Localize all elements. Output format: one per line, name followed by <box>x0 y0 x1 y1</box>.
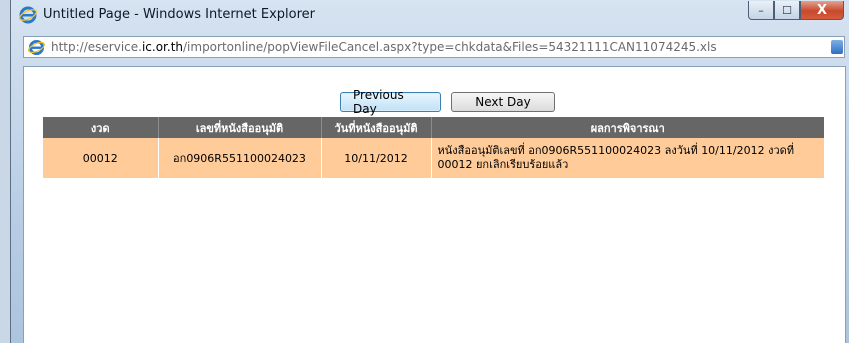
picture-icon[interactable] <box>831 40 843 54</box>
cell-approval-date: 10/11/2012 <box>321 138 432 178</box>
address-bar[interactable]: http://eservice.ic.or.th/importonline/po… <box>23 36 845 58</box>
cell-period: 00012 <box>43 138 159 178</box>
previous-day-button[interactable]: Previous Day <box>340 88 441 116</box>
header-approval-number: เลขที่หนังสืออนุมัติ <box>158 117 322 138</box>
url-text: http://eservice.ic.or.th/importonline/po… <box>51 40 717 54</box>
close-icon: X <box>816 2 828 18</box>
cell-result: หนังสืออนุมัติเลขที่ อก0906R551100024023… <box>431 138 824 178</box>
maximize-icon: ☐ <box>782 3 792 17</box>
minimize-icon: – <box>758 3 764 17</box>
close-button[interactable]: X <box>800 1 844 20</box>
url-domain: ic.or.th <box>141 40 183 54</box>
cell-approval-number: อก0906R551100024023 <box>158 138 322 178</box>
ie-logo-icon <box>19 6 37 24</box>
next-day-button[interactable]: Next Day <box>451 92 555 112</box>
header-period: งวด <box>43 117 159 138</box>
window-controls: – ☐ X <box>748 1 844 21</box>
table-header-row: งวด เลขที่หนังสืออนุมัติ วันที่หนังสืออน… <box>43 117 824 138</box>
ie-logo-icon <box>28 39 45 56</box>
url-path: /importonline/popViewFileCancel.aspx?typ… <box>183 40 717 54</box>
header-approval-date: วันที่หนังสืออนุมัติ <box>321 117 432 138</box>
title-bar[interactable]: Untitled Page - Windows Internet Explore… <box>11 0 849 30</box>
browser-window: Untitled Page - Windows Internet Explore… <box>10 0 849 343</box>
day-navigation: Previous Day Next Day <box>340 88 555 116</box>
maximize-button[interactable]: ☐ <box>774 1 800 20</box>
table-row: 00012 อก0906R551100024023 10/11/2012 หนั… <box>43 138 824 178</box>
cancel-result-table: งวด เลขที่หนังสืออนุมัติ วันที่หนังสืออน… <box>43 117 824 178</box>
minimize-button[interactable]: – <box>748 1 774 20</box>
page-content: Previous Day Next Day งวด เลขที่หนังสืออ… <box>23 66 846 343</box>
url-prefix: http://eservice. <box>51 40 142 54</box>
header-result: ผลการพิจารณา <box>431 117 824 138</box>
window-title: Untitled Page - Windows Internet Explore… <box>43 7 316 22</box>
